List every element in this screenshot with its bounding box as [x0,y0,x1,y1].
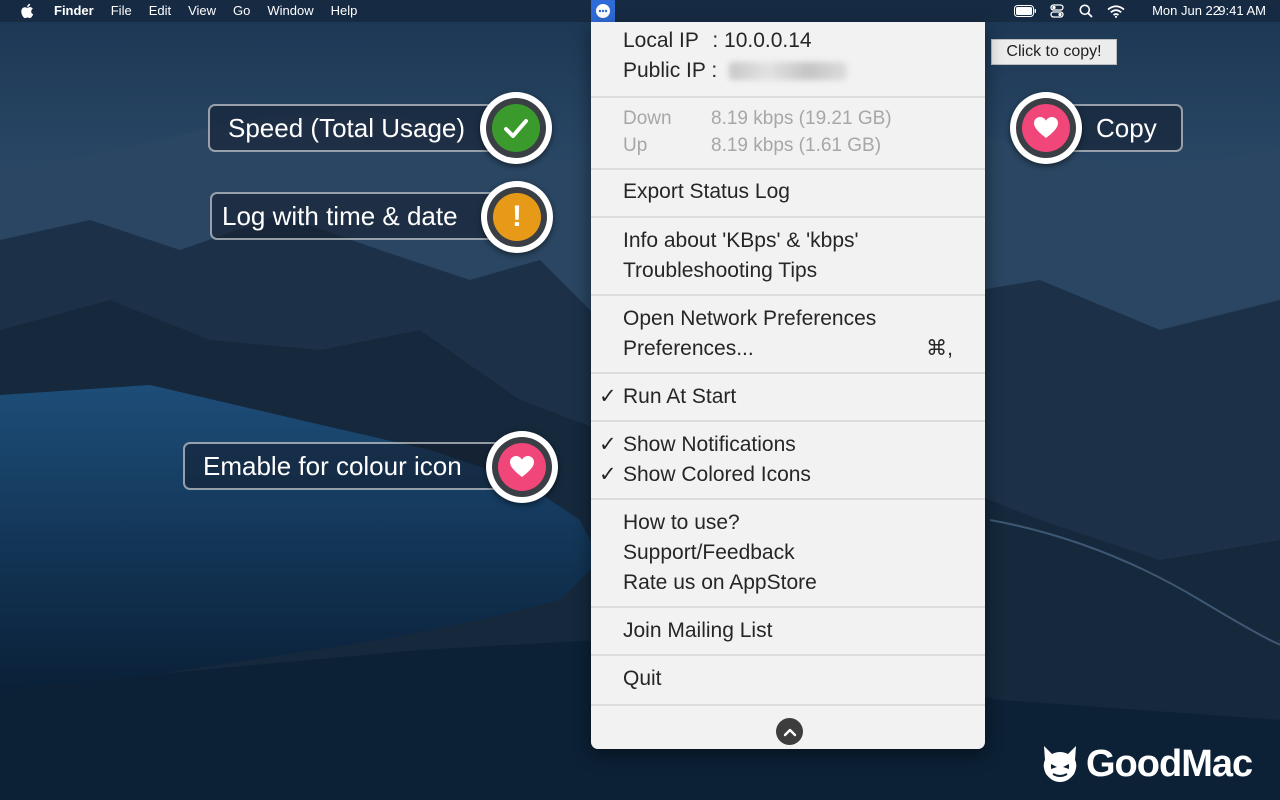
speed-section: Down 8.19 kbps (19.21 GB) Up 8.19 kbps (1.… [591,98,985,170]
checkmark-icon: ✓ [599,385,617,408]
search-icon[interactable] [1079,4,1093,18]
callout-speed: Speed (Total Usage) [208,104,508,152]
heart-icon [498,443,546,491]
checkmark-icon [492,104,540,152]
preferences-label: Preferences... [623,337,754,360]
copy-badge [1010,92,1082,164]
public-ip-label: Public IP : [623,59,718,82]
help-section: How to use? Support/Feedback Rate us on … [591,500,985,608]
public-ip-value-blurred [729,62,848,81]
ip-section: Local IP : 10.0.0.14 Public IP : [591,22,985,98]
goodmac-logo: GoodMac [1040,741,1253,787]
devil-face-icon [1043,746,1077,782]
callout-log: Log with time & date [210,192,510,240]
export-section: Export Status Log [591,170,985,218]
up-value: 8.19 kbps (1.61 GB) [711,135,882,156]
run-at-start-section: ✓ Run At Start [591,374,985,422]
export-status-log-item[interactable]: Export Status Log [623,177,790,207]
apple-icon[interactable] [20,3,34,19]
support-feedback-item[interactable]: Support/Feedback [623,538,795,568]
menu-help[interactable]: Help [331,0,358,22]
join-mailing-list-item[interactable]: Join Mailing List [623,616,772,646]
tray-app-icon[interactable] [591,0,615,22]
up-label: Up [623,135,648,156]
date-display[interactable]: Mon Jun 22 [1152,0,1220,22]
info-section: Info about 'KBps' & 'kbps' Troubleshooti… [591,218,985,296]
info-kbps-item[interactable]: Info about 'KBps' & 'kbps' [623,226,859,256]
goodmac-logo-text: GoodMac [1086,742,1253,785]
up-speed-row: Up 8.19 kbps (1.61 GB) [623,131,881,161]
menu-view[interactable]: View [188,0,216,22]
wifi-icon[interactable] [1107,5,1125,18]
callout-log-label: Log with time & date [222,201,458,231]
local-ip-item[interactable]: Local IP : 10.0.0.14 [623,26,812,56]
colour-badge [486,431,558,503]
quit-item[interactable]: Quit [623,664,662,694]
menu-edit[interactable]: Edit [149,0,171,22]
menu-finder[interactable]: Finder [54,0,94,22]
show-notifications-item[interactable]: Show Notifications [623,430,796,460]
display-options-section: ✓ Show Notifications ✓ Show Colored Icon… [591,422,985,500]
local-ip-label: Local IP [623,29,699,52]
exclamation-icon: ! [493,193,541,241]
preferences-item[interactable]: Preferences... ⌘, [623,334,953,364]
menu-file[interactable]: File [111,0,132,22]
rate-appstore-item[interactable]: Rate us on AppStore [623,568,817,598]
network-status-menu: Local IP : 10.0.0.14 Public IP : Down 8.1… [591,22,985,749]
preferences-shortcut: ⌘, [926,337,953,360]
open-network-preferences-item[interactable]: Open Network Preferences [623,304,876,334]
battery-icon[interactable] [1014,5,1036,17]
checkmark-icon: ✓ [599,433,617,456]
mailing-section: Join Mailing List [591,608,985,656]
run-at-start-item[interactable]: Run At Start [623,382,736,412]
public-ip-item[interactable]: Public IP : [623,56,848,86]
chevron-up-icon[interactable] [776,718,803,745]
quit-section: Quit [591,656,985,706]
preferences-section: Open Network Preferences Preferences... … [591,296,985,374]
callout-colour-icon: Emable for colour icon [183,442,513,490]
menu-bar: Finder File Edit View Go Window Help Mon… [0,0,1280,22]
how-to-use-item[interactable]: How to use? [623,508,740,538]
troubleshooting-item[interactable]: Troubleshooting Tips [623,256,817,286]
control-center-icon[interactable] [1050,4,1064,18]
show-colored-icons-item[interactable]: Show Colored Icons [623,460,811,490]
local-ip-value: : 10.0.0.14 [712,29,812,52]
down-value: 8.19 kbps (19.21 GB) [711,108,892,129]
menu-go[interactable]: Go [233,0,250,22]
down-label: Down [623,108,672,129]
log-badge: ! [481,181,553,253]
callout-copy-label: Copy [1096,113,1157,143]
menu-window[interactable]: Window [267,0,313,22]
down-speed-row: Down 8.19 kbps (19.21 GB) [623,104,892,134]
checkmark-icon: ✓ [599,463,617,486]
time-display[interactable]: 9:41 AM [1218,0,1266,22]
callout-colour-label: Emable for colour icon [203,451,462,481]
chat-dots-icon [596,4,610,18]
speed-badge [480,92,552,164]
heart-icon [1022,104,1070,152]
callout-speed-label: Speed (Total Usage) [228,113,466,143]
copy-tooltip: Click to copy! [991,39,1117,65]
